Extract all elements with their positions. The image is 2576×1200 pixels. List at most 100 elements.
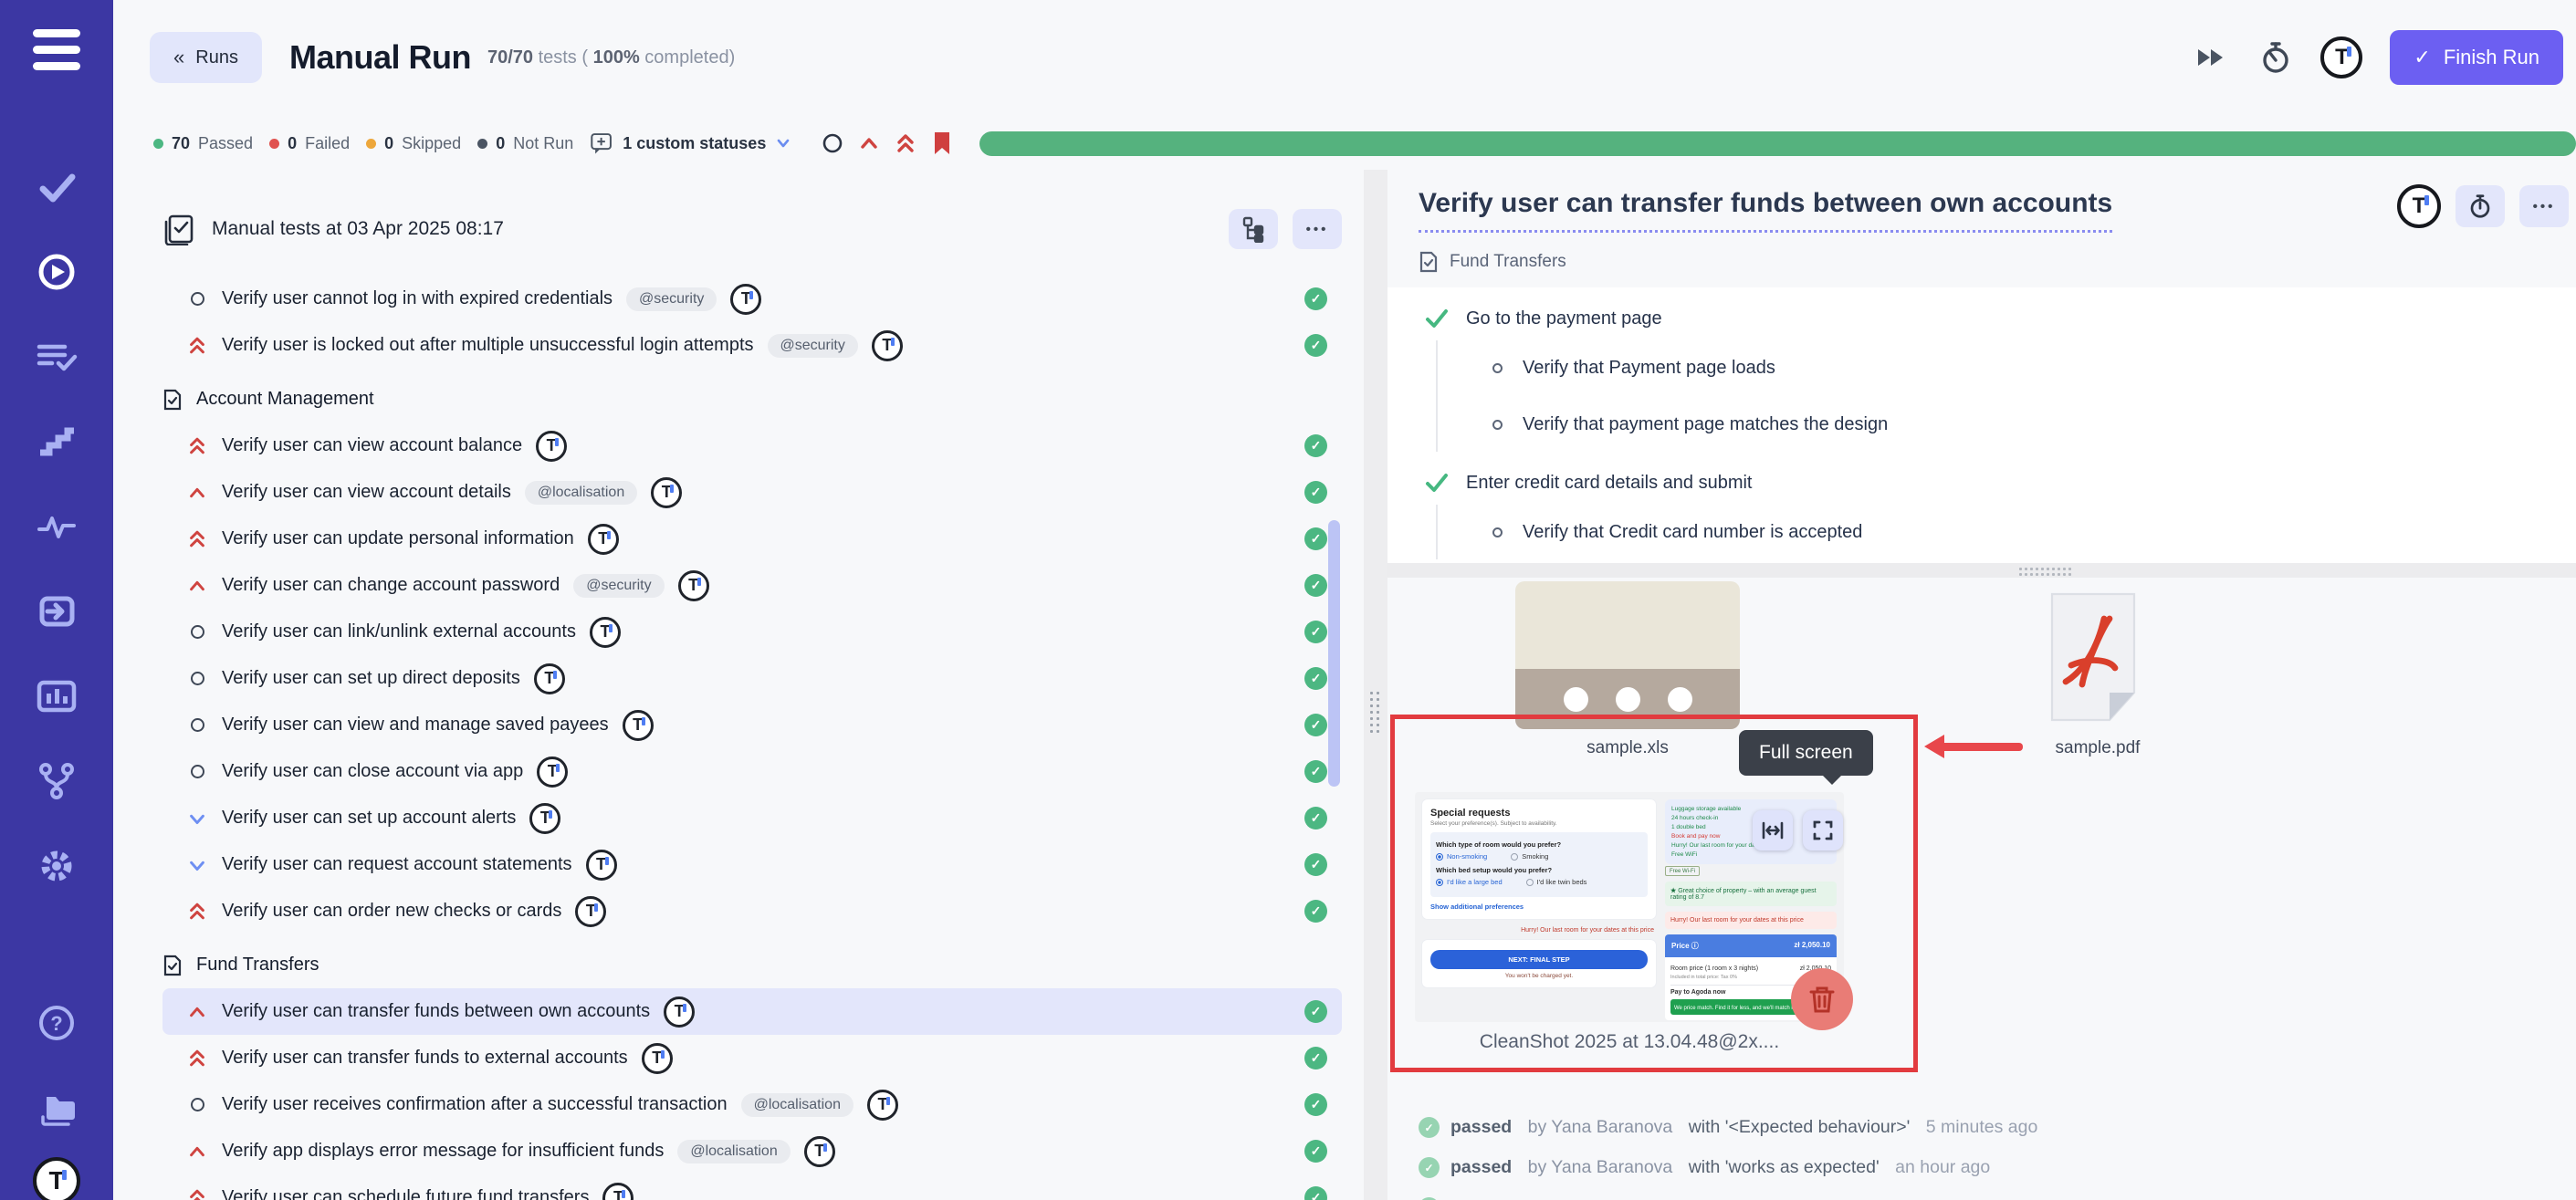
pdf-attachment-icon[interactable] [2025, 589, 2162, 725]
testomat-badge-icon[interactable]: T [590, 617, 621, 648]
testomat-badge-icon[interactable]: T [730, 284, 761, 315]
list-scrollbar-thumb[interactable] [1328, 520, 1340, 787]
detail-more-button[interactable]: ••• [2519, 185, 2569, 227]
testomat-badge-icon[interactable]: T [534, 663, 565, 694]
testomat-badge-icon[interactable]: T [588, 524, 619, 555]
test-row[interactable]: Verify user can update personal informat… [162, 516, 1342, 562]
testomat-badge-icon[interactable]: T [586, 850, 617, 881]
test-list: Verify user cannot log in with expired c… [162, 276, 1342, 1200]
testomat-badge-icon[interactable]: T [602, 1183, 634, 1200]
testomat-badge-icon[interactable]: T [2320, 37, 2362, 78]
help-icon[interactable]: ? [36, 1002, 78, 1044]
test-row[interactable]: Verify user can order new checks or card… [162, 888, 1342, 934]
testomat-badge-icon[interactable]: T [804, 1136, 835, 1167]
attachments-resize-strip[interactable] [1387, 563, 2576, 578]
settings-gear-icon[interactable] [36, 845, 78, 887]
substep-row: Verify that Payment page loads [1438, 353, 2576, 382]
finish-run-button[interactable]: ✓ Finish Run [2390, 30, 2563, 85]
detail-title[interactable]: Verify user can transfer funds between o… [1419, 188, 2112, 233]
status-history: ✓ passed by Yana Baranova with '<Expecte… [1419, 1117, 2576, 1200]
filter-normal-priority-icon[interactable] [819, 130, 846, 157]
xls-attachment-thumbnail[interactable] [1515, 581, 1740, 729]
testomat-badge-icon[interactable]: T [651, 477, 682, 508]
test-tag[interactable]: @security [626, 287, 717, 311]
testomat-badge-icon[interactable]: T [642, 1043, 673, 1074]
test-row[interactable]: Account Management T ✓ [162, 376, 1342, 423]
reports-barchart-icon[interactable] [36, 675, 78, 717]
testomat-badge-icon[interactable]: T [536, 431, 567, 462]
test-row[interactable]: Verify user can set up account alerts T … [162, 795, 1342, 841]
branches-icon[interactable] [36, 760, 78, 802]
testomat-badge-icon[interactable]: T [529, 803, 560, 834]
test-plans-icon[interactable] [36, 336, 78, 378]
resize-drag-handle-icon[interactable] [2019, 568, 2071, 576]
testomat-badge-icon[interactable]: T [872, 330, 903, 361]
priority-highest-icon [186, 334, 208, 357]
steps-icon[interactable] [36, 421, 78, 463]
more-options-button[interactable]: ••• [1293, 209, 1342, 249]
import-signin-icon[interactable] [36, 590, 78, 632]
test-title: Verify user can update personal informat… [222, 528, 574, 549]
test-row[interactable]: Verify user can close account via app T … [162, 748, 1342, 795]
test-row[interactable]: Verify user can set up direct deposits T… [162, 655, 1342, 702]
back-to-runs-button[interactable]: « Runs [150, 32, 262, 83]
testomat-badge-icon[interactable]: T [537, 757, 568, 788]
passed-check-icon: ✓ [1304, 900, 1327, 923]
filter-highest-priority-icon[interactable] [892, 130, 919, 157]
suite-breadcrumb[interactable]: Fund Transfers [1419, 251, 2576, 273]
expand-width-button[interactable] [1753, 810, 1793, 850]
testomat-badge-icon[interactable]: T [678, 570, 709, 601]
test-row[interactable]: Verify user can change account password … [162, 562, 1342, 609]
panel-splitter[interactable] [1364, 170, 1387, 1200]
history-row: ✓ passed by Yana Baranova with 'works as… [1419, 1157, 2576, 1178]
hamburger-menu-icon[interactable] [33, 29, 80, 70]
test-title: Verify user cannot log in with expired c… [222, 288, 613, 309]
test-row[interactable]: Verify user can schedule future fund tra… [162, 1174, 1342, 1200]
test-row[interactable]: Fund Transfers T ✓ [162, 942, 1342, 988]
test-tag[interactable]: @security [573, 574, 664, 598]
timer-icon[interactable] [2257, 39, 2293, 76]
test-tag[interactable]: @localisation [677, 1140, 790, 1163]
screenshot-attachment-name[interactable]: CleanShot 2025 at 13.04.48@2x.... [1415, 1031, 1844, 1053]
stopwatch-button[interactable] [2456, 185, 2505, 227]
test-row[interactable]: Verify user can link/unlink external acc… [162, 609, 1342, 655]
tests-check-icon[interactable] [36, 166, 78, 208]
test-tag[interactable]: @localisation [525, 481, 637, 505]
test-row[interactable]: Verify user cannot log in with expired c… [162, 276, 1342, 322]
testomat-badge-icon[interactable]: T [623, 710, 654, 741]
test-row[interactable]: Verify user can view account details @lo… [162, 469, 1342, 516]
fullscreen-button[interactable] [1803, 810, 1843, 850]
group-by-suite-button[interactable] [1229, 209, 1278, 249]
test-row[interactable]: Verify user can request account statemen… [162, 841, 1342, 888]
testomat-badge-icon[interactable]: T [867, 1090, 898, 1121]
test-row[interactable]: Verify user is locked out after multiple… [162, 322, 1342, 369]
testomat-badge-icon[interactable]: T [664, 997, 695, 1028]
test-tag[interactable]: @localisation [741, 1093, 853, 1117]
runs-play-icon[interactable] [36, 251, 78, 293]
projects-folder-icon[interactable] [36, 1088, 78, 1130]
test-row[interactable]: Verify user can transfer funds to extern… [162, 1035, 1342, 1081]
delete-attachment-button[interactable] [1791, 968, 1853, 1030]
run-report-icon [162, 213, 195, 245]
testomat-badge-icon[interactable]: T [2397, 184, 2441, 228]
priority-highest-icon [186, 434, 208, 457]
testomat-badge-icon[interactable]: T [575, 896, 606, 927]
pulse-analytics-icon[interactable] [36, 506, 78, 548]
custom-statuses-dropdown[interactable]: 1 custom statuses [590, 131, 791, 155]
filter-high-priority-icon[interactable] [855, 130, 883, 157]
failed-dot-icon [269, 139, 279, 149]
test-title: Verify user can transfer funds between o… [222, 1001, 650, 1022]
test-row[interactable]: Verify user receives confirmation after … [162, 1081, 1342, 1128]
testomat-logo-icon[interactable]: T [33, 1157, 80, 1200]
test-row[interactable]: Verify user can view account balance T ✓ [162, 423, 1342, 469]
fast-forward-icon[interactable] [2193, 39, 2229, 76]
test-tag[interactable]: @security [768, 334, 858, 358]
substep-ring-icon [1492, 363, 1503, 373]
suite-name: Fund Transfers [1450, 252, 1566, 272]
test-row[interactable]: Verify user can transfer funds between o… [162, 988, 1342, 1035]
splitter-drag-handle-icon[interactable] [1370, 692, 1379, 733]
test-row[interactable]: Verify user can view and manage saved pa… [162, 702, 1342, 748]
test-row[interactable]: Verify app displays error message for in… [162, 1128, 1342, 1174]
filter-bookmark-icon[interactable] [928, 130, 956, 157]
priority-normal-icon [186, 718, 208, 732]
